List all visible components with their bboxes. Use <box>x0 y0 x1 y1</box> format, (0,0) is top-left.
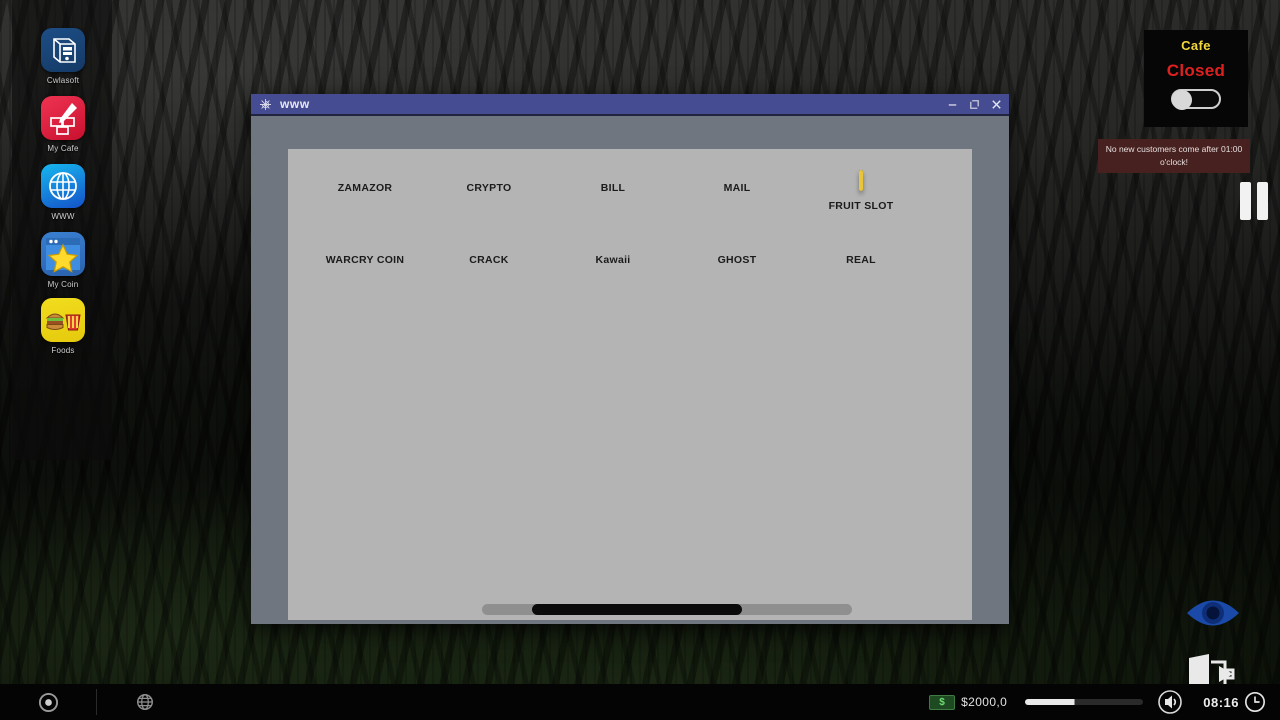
fruit-slot-icon: FRUIT SLOT <box>859 170 863 191</box>
clock-icon <box>1244 691 1266 713</box>
speaker-icon[interactable] <box>1157 689 1183 715</box>
pause-bar-left <box>1240 182 1251 220</box>
close-icon[interactable] <box>985 94 1007 114</box>
cafe-status-badge: Closed <box>1144 61 1248 81</box>
desktop-icon-rail: Cwlasoft My Cafe WWW <box>12 0 112 460</box>
globe-icon <box>41 164 85 208</box>
cafe-panel-title: Cafe <box>1144 38 1248 53</box>
app-item-mail[interactable]: MAIL <box>675 172 799 212</box>
app-item-skin[interactable]: SKIN <box>923 172 972 212</box>
app-label: CRACK <box>427 254 551 266</box>
app-label: Kawaii <box>551 254 675 266</box>
desktop-icon-my-coin[interactable]: My Coin <box>24 232 102 289</box>
app-label: SKIN <box>923 182 972 194</box>
cafe-tooltip: No new customers come after 01:00 o'cloc… <box>1098 139 1250 173</box>
app-label: ZAMAZOR <box>303 182 427 194</box>
desktop-icon-label: Foods <box>24 346 102 355</box>
window-title: www <box>280 97 941 111</box>
clock-display: 08:16 <box>1203 691 1266 713</box>
app-item-bill[interactable]: $ $ BILL <box>551 172 675 212</box>
app-item-warcry-coin[interactable]: C WARCRY COIN <box>303 244 427 266</box>
toggle-knob <box>1172 90 1192 110</box>
desktop-icon-coolsoft[interactable]: Cwlasoft <box>24 28 102 85</box>
money-bill-icon: $ <box>929 695 955 710</box>
app-item-ghost[interactable]: GHOST <box>675 244 799 266</box>
window-titlebar[interactable]: www <box>251 94 1009 116</box>
minimize-icon[interactable] <box>941 94 963 114</box>
money-amount: $2000,0 <box>961 695 1007 709</box>
app-item-fruit-slot[interactable]: FRUIT SLOT FRUIT SLOT <box>799 172 923 212</box>
scrollbar-thumb[interactable] <box>532 604 742 615</box>
spider-web-icon <box>259 98 272 111</box>
window-body: Z ZAMAZOR <box>251 116 1009 624</box>
app-label: GHOST <box>675 254 799 266</box>
burger-fries-icon <box>41 298 85 342</box>
app-label: BILL <box>551 182 675 194</box>
taskbar-browser-button[interactable] <box>97 684 193 720</box>
globe-taskbar-icon <box>135 692 155 712</box>
app-item-kawaii[interactable]: Kawaii <box>551 244 675 266</box>
eye-icon <box>1184 590 1242 636</box>
eye-toggle-button[interactable] <box>1184 590 1242 636</box>
horizontal-scrollbar[interactable] <box>482 604 852 615</box>
app-grid: Z ZAMAZOR <box>288 172 972 266</box>
volume-slider[interactable] <box>1025 699 1143 705</box>
pause-bar-right <box>1257 182 1268 220</box>
desktop-icon-my-cafe[interactable]: My Cafe <box>24 96 102 153</box>
taskbar-start-button[interactable] <box>0 684 96 720</box>
app-label: MAIL <box>675 182 799 194</box>
server-tower-icon <box>41 28 85 72</box>
star-window-icon <box>41 232 85 276</box>
app-label: WARCRY COIN <box>303 254 427 266</box>
desktop-icon-www[interactable]: WWW <box>24 164 102 221</box>
desktop-icon-foods[interactable]: Foods <box>24 298 102 355</box>
taskbar: $ $2000,0 08:16 <box>0 684 1280 720</box>
clock-time: 08:16 <box>1203 695 1239 710</box>
cafe-open-toggle[interactable] <box>1171 89 1221 109</box>
desktop-icon-label: Cwlasoft <box>24 76 102 85</box>
app-label: FRUIT SLOT <box>799 200 923 212</box>
app-item-zamazor[interactable]: Z ZAMAZOR <box>303 172 427 212</box>
app-label: REAL <box>799 254 923 266</box>
desktop-icon-label: WWW <box>24 212 102 221</box>
cafe-paint-icon <box>41 96 85 140</box>
web-page-content: Z ZAMAZOR <box>288 149 972 620</box>
maximize-icon[interactable] <box>963 94 985 114</box>
power-circle-icon <box>38 692 59 713</box>
desktop-icon-label: My Coin <box>24 280 102 289</box>
money-display: $ $2000,0 <box>929 695 1007 710</box>
cafe-status-panel: Cafe Closed <box>1144 30 1248 127</box>
app-item-crack[interactable]: CRACK <box>427 244 551 266</box>
app-label: CRYPTO <box>427 182 551 194</box>
desktop-icon-label: My Cafe <box>24 144 102 153</box>
pause-button[interactable] <box>1237 181 1271 221</box>
app-item-crypto[interactable]: B CRYPTO <box>427 172 551 212</box>
game-screen: Cwlasoft My Cafe WWW <box>0 0 1280 720</box>
browser-window: www <box>251 94 1009 624</box>
app-item-real[interactable]: REAL <box>799 244 923 266</box>
